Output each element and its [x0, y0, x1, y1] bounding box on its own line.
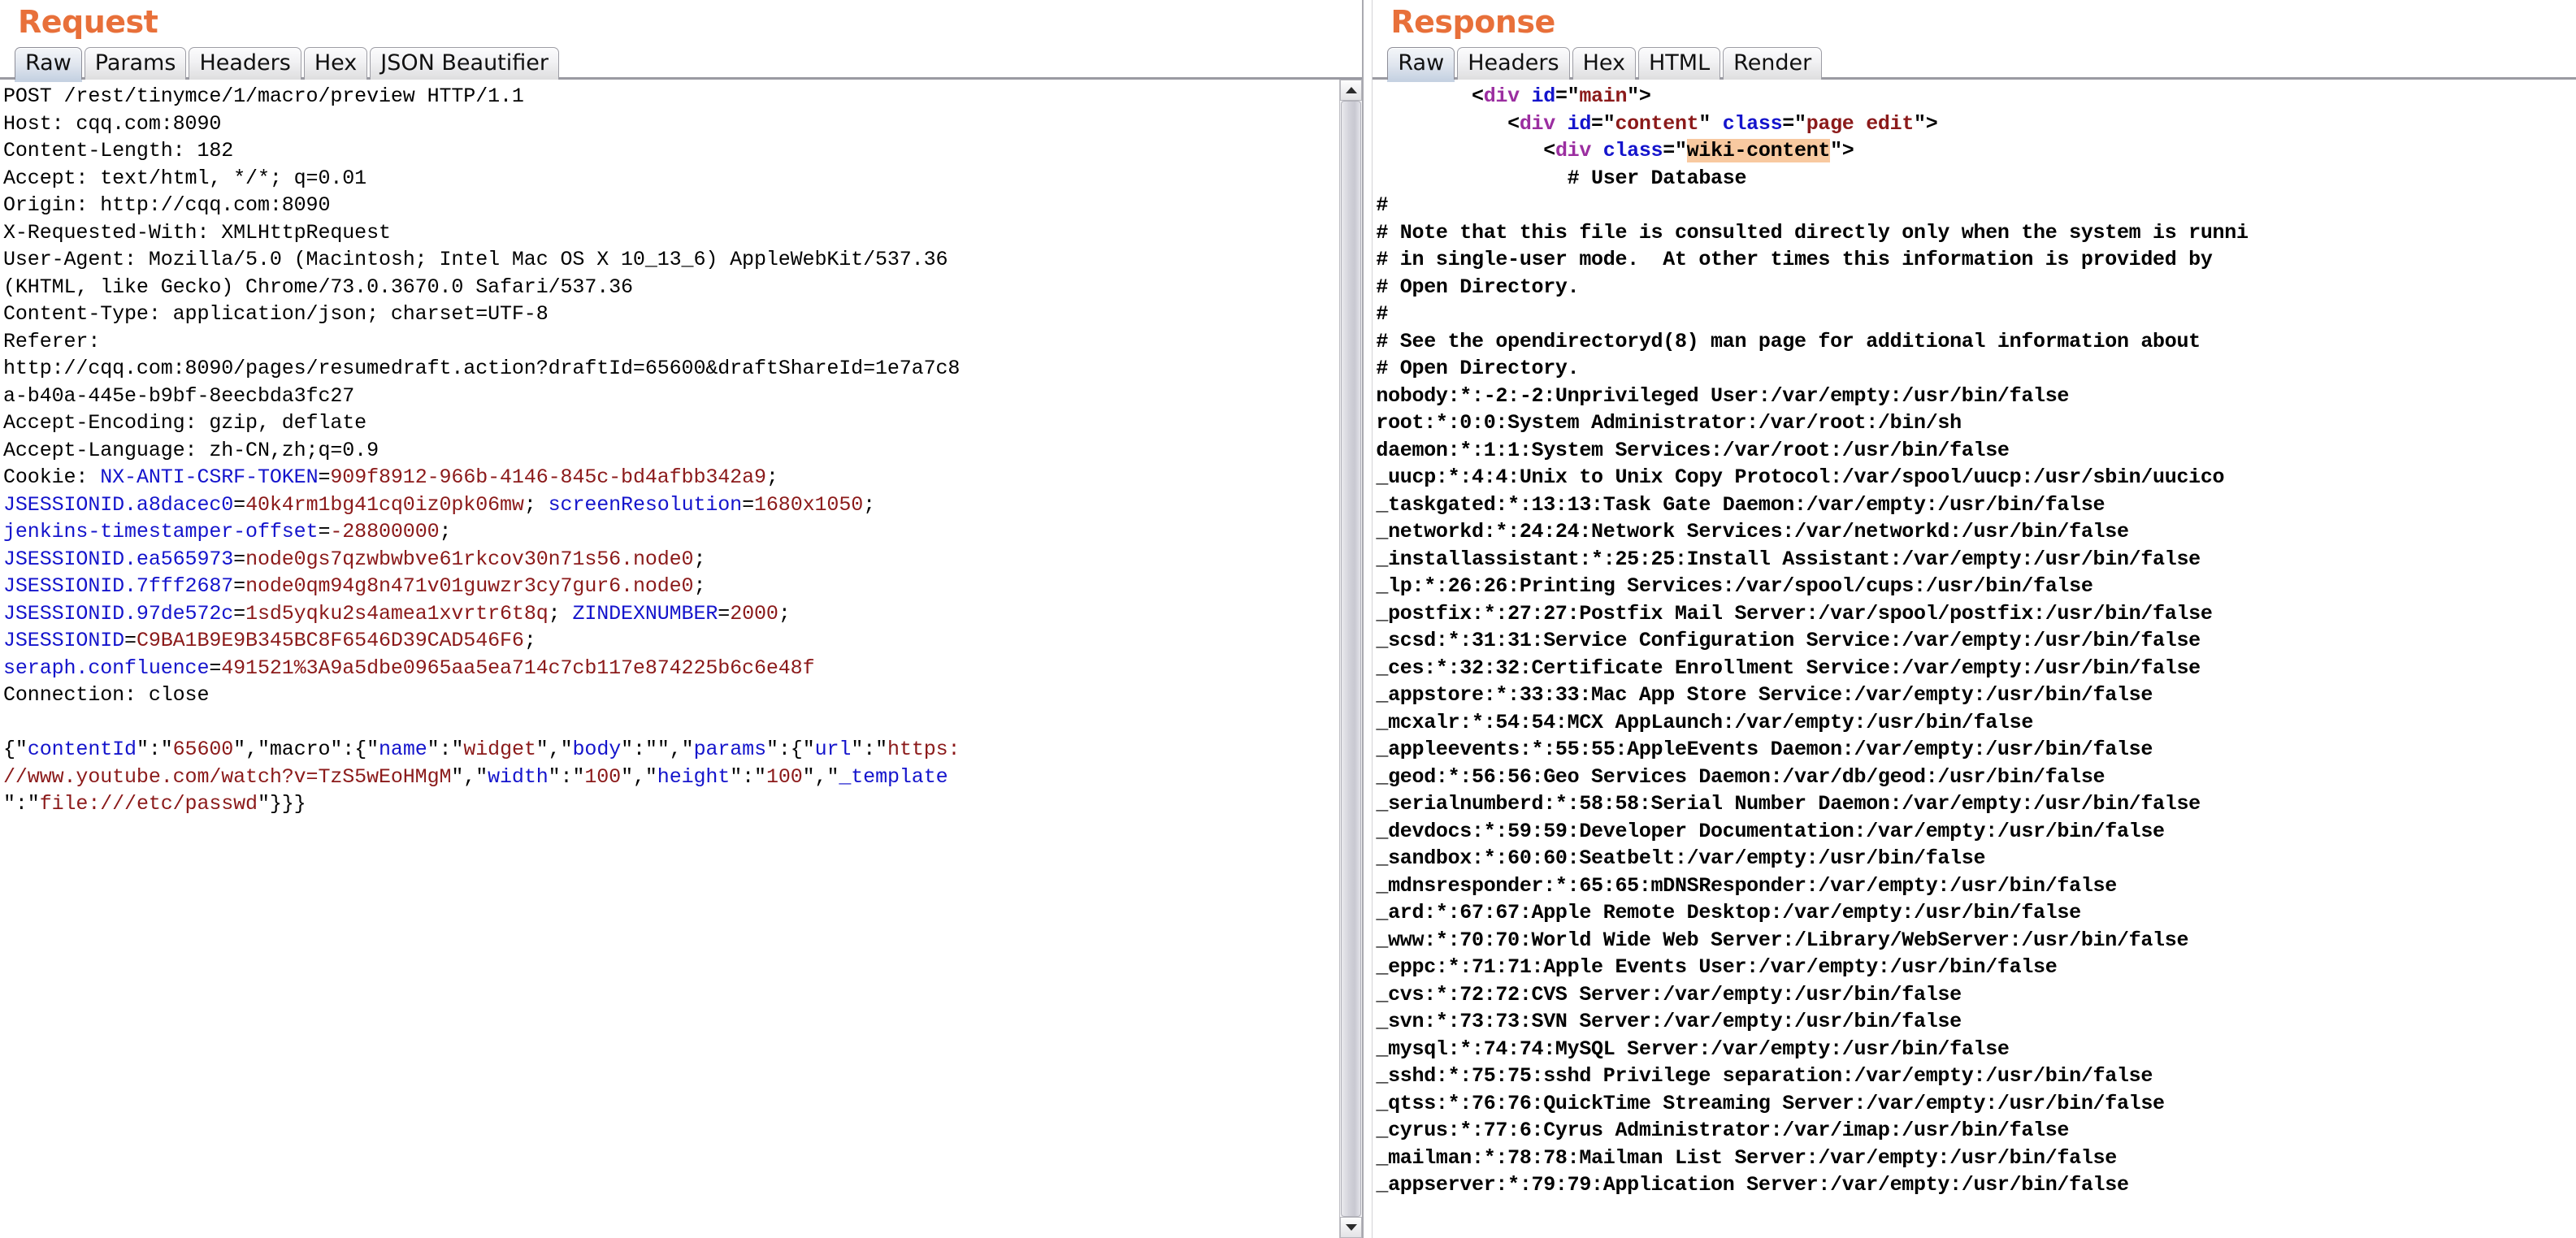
response-raw-text[interactable]: <div id="main"> <div id="content" class=… [1376, 83, 2576, 1199]
panel-divider[interactable] [1362, 0, 1373, 1238]
tab-response-render[interactable]: Render [1723, 47, 1823, 80]
request-scroll-track[interactable] [1340, 101, 1363, 1217]
request-editor-wrap: POST /rest/tinymce/1/macro/preview HTTP/… [0, 80, 1363, 1238]
scroll-down-arrow-icon[interactable] [1340, 1217, 1363, 1238]
request-panel-title: Request [18, 4, 158, 40]
request-panel: Request Raw Params Headers Hex JSON Beau… [0, 0, 1363, 1238]
request-vertical-scrollbar[interactable] [1339, 80, 1363, 1238]
tab-request-headers[interactable]: Headers [189, 47, 301, 80]
tab-request-hex[interactable]: Hex [303, 47, 368, 80]
response-panel-title: Response [1390, 4, 1555, 40]
request-editor[interactable]: POST /rest/tinymce/1/macro/preview HTTP/… [0, 80, 1340, 1238]
tab-response-hex[interactable]: Hex [1572, 47, 1636, 80]
response-editor-wrap: <div id="main"> <div id="content" class=… [1373, 80, 2576, 1238]
response-editor[interactable]: <div id="main"> <div id="content" class=… [1373, 80, 2576, 1238]
request-raw-text[interactable]: POST /rest/tinymce/1/macro/preview HTTP/… [3, 83, 1339, 818]
tab-request-raw[interactable]: Raw [15, 47, 82, 82]
response-panel: Response Raw Headers Hex HTML Render <di… [1373, 0, 2576, 1238]
tab-request-json-beautifier[interactable]: JSON Beautifier [370, 47, 559, 80]
tab-response-headers[interactable]: Headers [1457, 47, 1570, 80]
tab-response-html[interactable]: HTML [1638, 47, 1721, 80]
tab-response-raw[interactable]: Raw [1387, 47, 1455, 82]
tab-request-params[interactable]: Params [84, 47, 187, 80]
response-tabstrip: Raw Headers Hex HTML Render [1373, 42, 2576, 82]
burp-request-response-viewer: Request Raw Params Headers Hex JSON Beau… [0, 0, 2576, 1238]
request-scroll-thumb[interactable] [1341, 101, 1362, 1217]
request-tabstrip: Raw Params Headers Hex JSON Beautifier [0, 42, 1363, 82]
scroll-up-arrow-icon[interactable] [1340, 80, 1363, 101]
